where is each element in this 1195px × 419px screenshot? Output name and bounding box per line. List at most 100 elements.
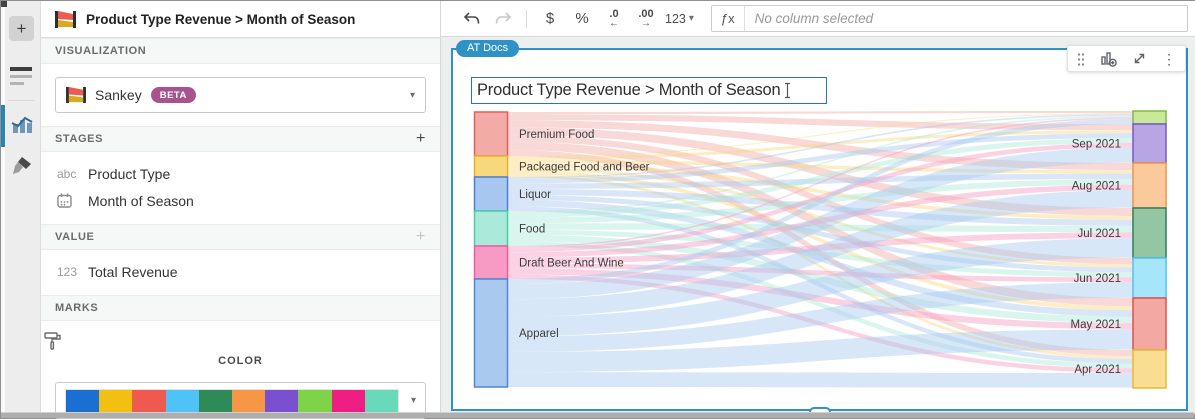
sankey-node-label: Packaged Food and Beer (519, 162, 650, 174)
active-tab-indicator (1, 105, 5, 147)
sankey-node[interactable] (1133, 124, 1166, 163)
increase-decimals-button[interactable]: .00 → (633, 6, 659, 32)
palette-swatch[interactable] (365, 390, 398, 412)
palette-swatch[interactable] (166, 390, 199, 412)
maximize-icon[interactable] (1132, 51, 1147, 66)
add-value-button[interactable]: + (416, 228, 426, 246)
palette-swatch[interactable] (332, 390, 365, 412)
chart-panel[interactable]: AT Docs (451, 48, 1188, 411)
value-section-header: VALUE + (41, 224, 440, 250)
chevron-down-icon: ▾ (410, 90, 415, 101)
palette-swatches (65, 389, 399, 413)
sankey-node[interactable] (1133, 258, 1166, 298)
redo-button[interactable] (490, 6, 516, 32)
kebab-menu-icon[interactable]: ⋮ (1162, 52, 1176, 66)
palette-swatch[interactable] (265, 390, 298, 412)
chart-title-input[interactable]: Product Type Revenue > Month of Season (471, 77, 827, 104)
chart-settings-icon[interactable] (9, 111, 35, 137)
chart-title-text: Product Type Revenue > Month of Season (477, 81, 781, 100)
settings-sidebar: Product Type Revenue > Month of Season V… (41, 1, 441, 414)
calendar-icon (57, 193, 79, 208)
sankey-node[interactable] (475, 279, 508, 387)
sankey-node[interactable] (1133, 350, 1166, 388)
palette-swatch[interactable] (298, 390, 331, 412)
explore-chart-icon[interactable] (1100, 50, 1117, 67)
number-type-icon: 123 (57, 265, 79, 279)
color-mark-label: COLOR (41, 355, 440, 367)
value-item-total-revenue[interactable]: 123 Total Revenue (41, 258, 440, 285)
palette-swatch[interactable] (232, 390, 265, 412)
sankey-node[interactable] (475, 211, 508, 246)
sankey-node-label: Food (519, 224, 545, 236)
sankey-node-label: May 2021 (1070, 319, 1121, 331)
sankey-node[interactable] (1133, 111, 1166, 124)
sankey-node-label: Draft Beer And Wine (519, 258, 624, 270)
window-bottom-edge (1, 412, 1194, 418)
chevron-down-icon: ▾ (411, 395, 416, 406)
selected-viz-name: Sankey (95, 87, 142, 103)
stage-item-month-of-season[interactable]: Month of Season (41, 187, 440, 214)
sankey-node[interactable] (1133, 208, 1166, 258)
sankey-chart: Premium FoodPackaged Food and BeerLiquor… (473, 109, 1183, 393)
palette-swatch[interactable] (99, 390, 132, 412)
beta-badge: BETA (151, 87, 196, 103)
rail-edge (1, 1, 5, 414)
text-type-icon: abc (57, 167, 79, 181)
format-brush-icon[interactable] (9, 153, 35, 179)
sankey-node-label: Sep 2021 (1072, 139, 1121, 151)
window-corner (1, 1, 7, 7)
format-toolbar: $ % .0 ← .00 → 123 ▾ ƒx No column sel (441, 1, 1195, 37)
sankey-node[interactable] (475, 112, 508, 156)
sankey-node-label: Apparel (519, 328, 559, 340)
sankey-node[interactable] (475, 246, 508, 279)
formula-placeholder: No column selected (745, 11, 874, 26)
stage-item-label: Product Type (88, 166, 170, 182)
sankey-node[interactable] (1133, 163, 1166, 208)
number-format-label: 123 (665, 12, 686, 26)
add-stage-button[interactable]: + (416, 130, 426, 148)
chevron-down-icon: ▾ (689, 13, 694, 24)
visualization-select[interactable]: Sankey BETA ▾ (55, 77, 426, 113)
sankey-node[interactable] (1133, 298, 1166, 350)
page-outline-icon[interactable] (10, 67, 32, 85)
sankey-flow[interactable] (508, 372, 1134, 388)
stages-list: abc Product Type Month of Season (41, 152, 440, 224)
stage-item-product-type[interactable]: abc Product Type (41, 160, 440, 187)
sankey-node[interactable] (475, 177, 508, 211)
palette-swatch[interactable] (132, 390, 165, 412)
element-header: Product Type Revenue > Month of Season (41, 1, 440, 38)
palette-swatch[interactable] (199, 390, 232, 412)
visualization-label: VISUALIZATION (55, 45, 146, 57)
drag-handle-icon[interactable] (1077, 52, 1085, 66)
sankey-node-label: Premium Food (519, 129, 594, 141)
stages-section-header: STAGES + (41, 126, 440, 152)
arrow-right-icon: → (641, 19, 651, 29)
number-format-dropdown[interactable]: 123 ▾ (665, 6, 694, 32)
element-title: Product Type Revenue > Month of Season (86, 12, 355, 27)
doc-badge[interactable]: AT Docs (456, 40, 519, 57)
formula-bar[interactable]: ƒx No column selected (711, 5, 1188, 32)
decrease-decimals-button[interactable]: .0 ← (601, 6, 627, 32)
left-rail: + (1, 1, 41, 414)
add-element-button[interactable]: + (9, 16, 34, 41)
text-cursor-icon (783, 82, 792, 99)
undo-button[interactable] (458, 6, 484, 32)
app-window: + (0, 0, 1195, 419)
percent-format-button[interactable]: % (569, 6, 595, 32)
element-mini-toolbar: ⋮ (1067, 45, 1186, 72)
sankey-node-label: Aug 2021 (1072, 181, 1121, 193)
value-item-label: Total Revenue (88, 264, 178, 280)
color-mark[interactable]: COLOR (41, 321, 440, 373)
arrow-left-icon: ← (609, 19, 619, 29)
visualization-section-header: VISUALIZATION (41, 38, 440, 64)
sankey-flow[interactable] (508, 111, 1134, 114)
rail-divider (8, 100, 34, 101)
marks-label: MARKS (55, 302, 98, 314)
palette-swatch[interactable] (66, 390, 99, 412)
value-label: VALUE (55, 231, 94, 243)
sankey-node[interactable] (475, 156, 508, 177)
stages-label: STAGES (55, 133, 103, 145)
workbook-canvas: AT Docs (441, 37, 1195, 414)
stage-item-label: Month of Season (88, 193, 194, 209)
currency-format-button[interactable]: $ (537, 6, 563, 32)
